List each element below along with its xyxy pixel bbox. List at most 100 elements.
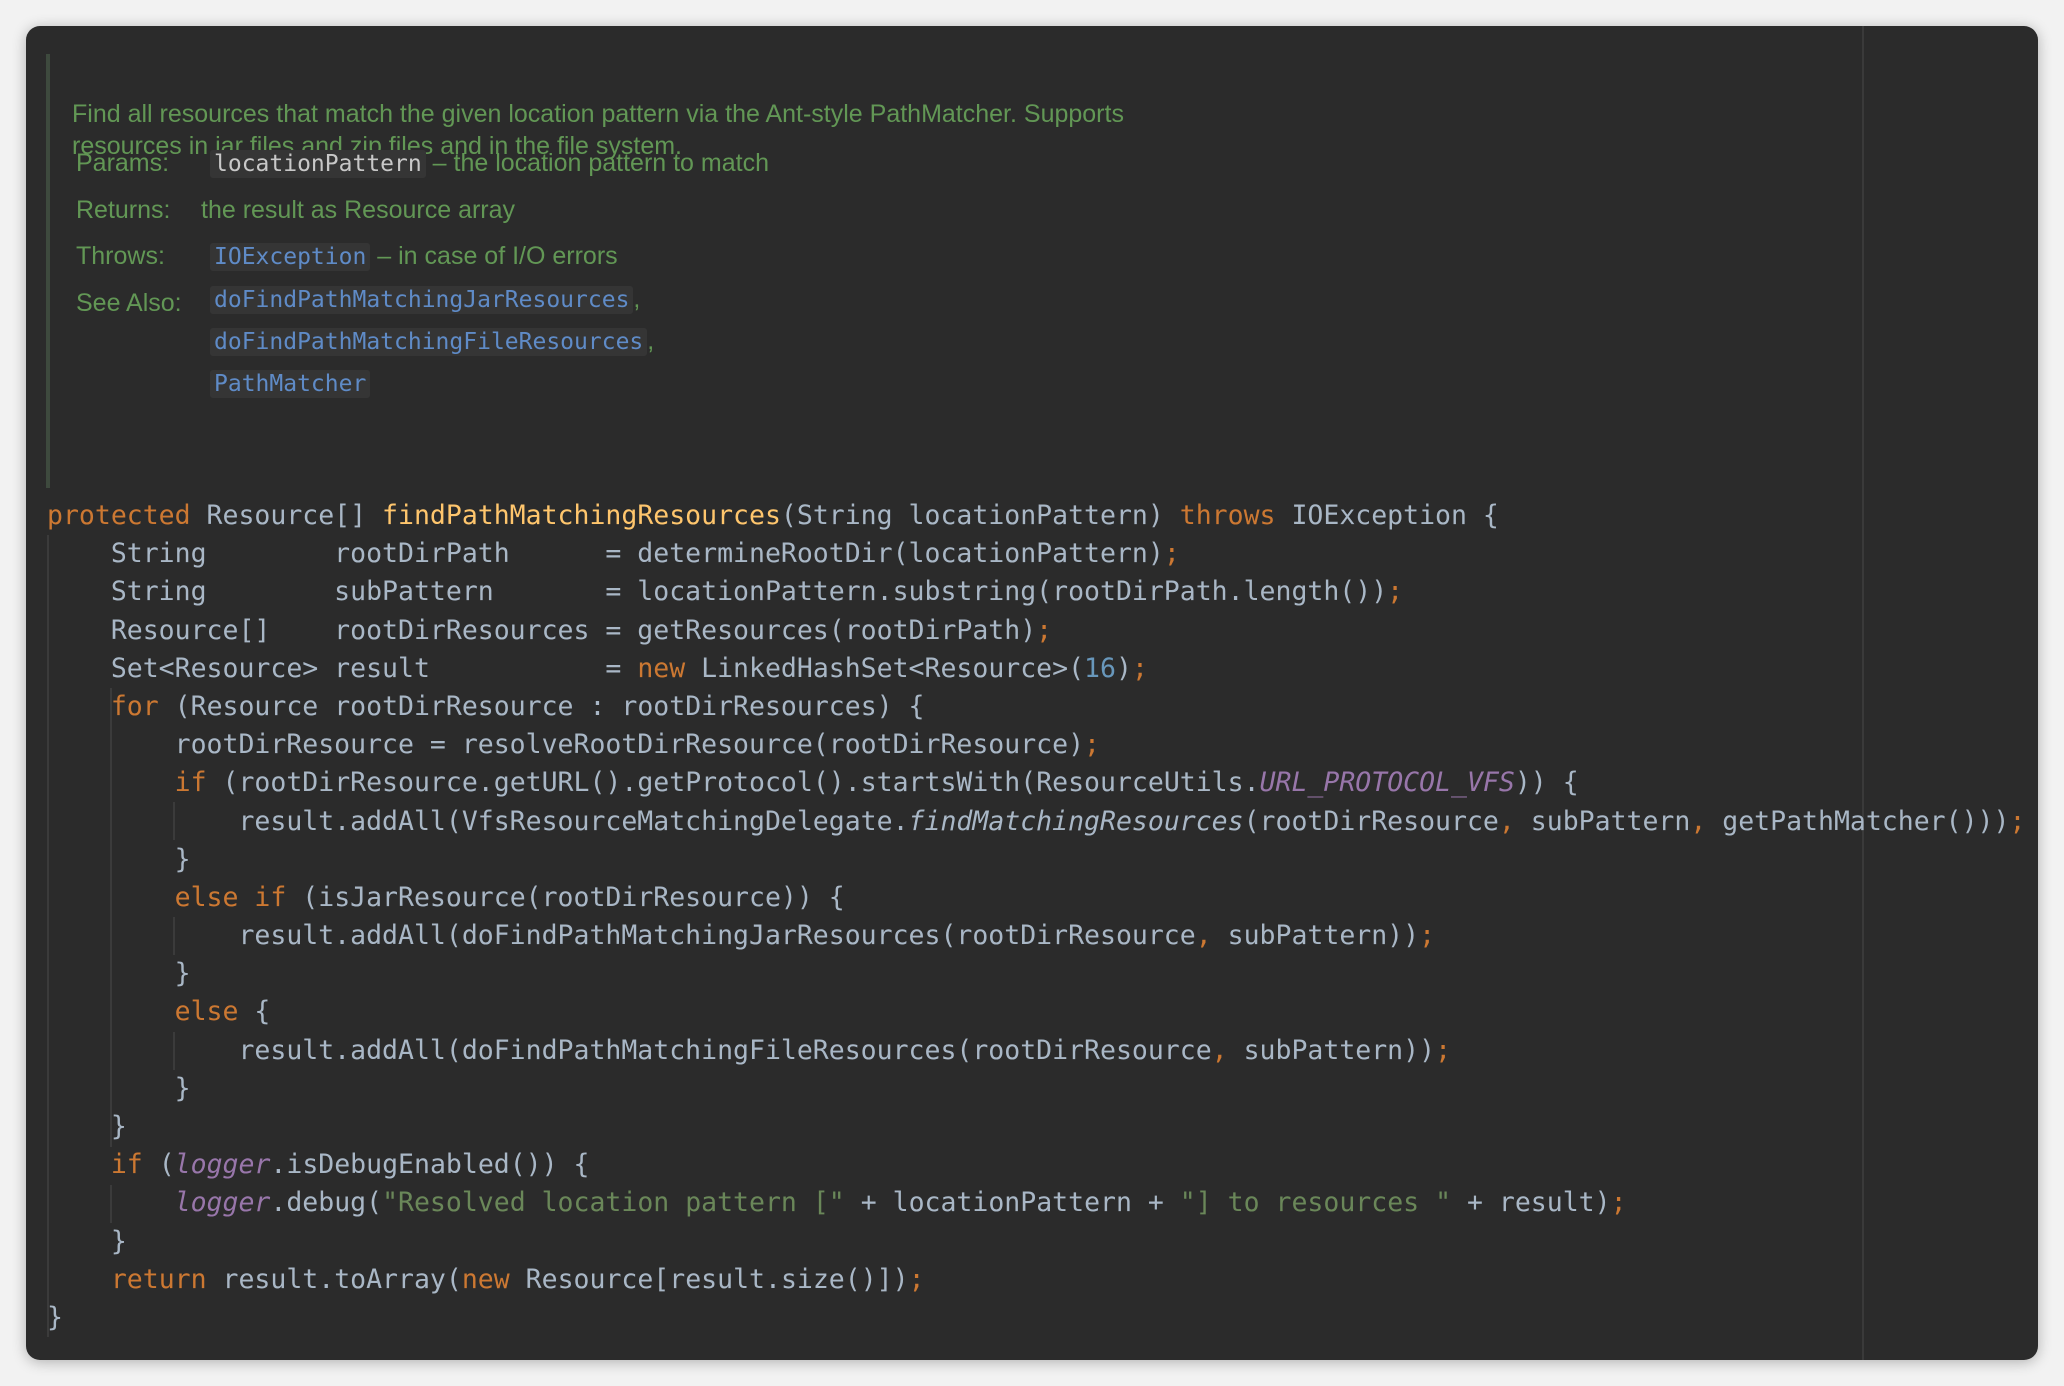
code-token: protected xyxy=(47,500,191,531)
code-token: ; xyxy=(908,1263,925,1295)
code-token: { xyxy=(238,996,271,1028)
code-token: (rootDirResource.getURL().getProtocol().… xyxy=(206,767,1260,799)
code-token: , xyxy=(1195,920,1212,952)
code-line[interactable]: result.addAll(doFindPathMatchingJarResou… xyxy=(47,917,2017,955)
code-token: subPattern xyxy=(1514,805,1691,837)
code-token: } xyxy=(47,1111,127,1142)
code-token: ; xyxy=(1387,576,1404,608)
param-description: – the location pattern to match xyxy=(432,149,769,177)
code-token: (Resource rootDirResource : rootDirResou… xyxy=(158,690,925,722)
code-line[interactable]: logger.debug("Resolved location pattern … xyxy=(47,1184,2017,1222)
code-token: subPattern)) xyxy=(1211,920,1420,952)
see-also-link[interactable]: doFindPathMatchingJarResources xyxy=(210,286,634,314)
code-line[interactable]: String subPattern = locationPattern.subs… xyxy=(47,573,2017,611)
see-also-link[interactable]: doFindPathMatchingFileResources xyxy=(210,328,648,356)
code-token: String rootDirPath = determineRootDir(lo… xyxy=(47,538,1164,570)
code-token: if xyxy=(174,767,207,799)
throws-description: – in case of I/O errors xyxy=(377,242,618,270)
throws-label: Throws: xyxy=(76,242,165,270)
code-token: result.addAll(VfsResourceMatchingDelegat… xyxy=(47,805,909,837)
param-name: locationPattern xyxy=(210,150,426,178)
code-token: ; xyxy=(1610,1187,1627,1219)
code-line[interactable]: else { xyxy=(47,993,2017,1031)
code-token: ; xyxy=(1435,1034,1452,1066)
code-token: result.addAll(doFindPathMatchingJarResou… xyxy=(47,920,1196,952)
returns-label: Returns: xyxy=(76,196,171,224)
code-token: "] to resources " xyxy=(1179,1187,1452,1219)
code-token: if xyxy=(110,1149,143,1181)
code-line[interactable]: } xyxy=(47,1070,2017,1108)
code-token: .debug( xyxy=(270,1187,383,1219)
code-token: + locationPattern + xyxy=(844,1187,1180,1219)
code-line[interactable]: result.addAll(doFindPathMatchingFileReso… xyxy=(47,1032,2017,1070)
code-token: logger xyxy=(174,1187,271,1219)
code-token: ( xyxy=(142,1149,175,1181)
code-token: } xyxy=(47,1072,191,1104)
code-line[interactable]: } xyxy=(47,955,2017,993)
code-line[interactable]: } xyxy=(47,841,2017,879)
javadoc-description-line: Find all resources that match the given … xyxy=(72,100,1124,128)
code-token: , xyxy=(1690,805,1707,837)
code-token: , xyxy=(1211,1034,1228,1066)
returns-description: the result as Resource array xyxy=(201,196,516,224)
code-token: result.toArray( xyxy=(206,1263,462,1295)
code-line[interactable]: } xyxy=(47,1299,2017,1337)
code-token: Set<Resource> result = xyxy=(47,652,638,684)
code-token: for xyxy=(110,690,159,722)
code-token: subPattern)) xyxy=(1227,1034,1436,1066)
code-token: ; xyxy=(1131,652,1148,684)
see-also-separator: , xyxy=(647,327,655,355)
code-token: ; xyxy=(1163,538,1180,570)
code-token: findMatchingResources xyxy=(908,805,1244,837)
code-line[interactable]: String rootDirPath = determineRootDir(lo… xyxy=(47,535,2017,573)
code-token: (rootDirResource xyxy=(1243,805,1499,837)
code-token: new xyxy=(461,1263,510,1295)
rendered-javadoc: Find all resources that match the given … xyxy=(46,54,1360,488)
code-token: Resource[] xyxy=(190,500,383,531)
code-line[interactable]: if (rootDirResource.getURL().getProtocol… xyxy=(47,764,2017,802)
code-line[interactable]: Set<Resource> result = new LinkedHashSet… xyxy=(47,650,2017,688)
code-token: ; xyxy=(1084,729,1101,761)
see-also-label: See Also: xyxy=(76,289,182,317)
code-line[interactable]: rootDirResource = resolveRootDirResource… xyxy=(47,726,2017,764)
code-line[interactable]: } xyxy=(47,1108,2017,1146)
code-token: .isDebugEnabled()) { xyxy=(270,1149,590,1181)
code-token: Resource[result.size()]) xyxy=(509,1263,909,1295)
code-token: URL_PROTOCOL_VFS xyxy=(1259,767,1515,799)
code-token: Resource[] rootDirResources = getResourc… xyxy=(47,614,1037,646)
see-also-link[interactable]: PathMatcher xyxy=(210,370,371,398)
method-source-code[interactable]: protected Resource[] findPathMatchingRes… xyxy=(47,497,2025,1337)
code-line[interactable]: result.addAll(VfsResourceMatchingDelegat… xyxy=(47,803,2025,841)
code-token: return xyxy=(110,1263,207,1295)
code-token: String subPattern = locationPattern.subs… xyxy=(47,576,1388,608)
code-token: new xyxy=(637,652,686,684)
code-token: throws xyxy=(1179,500,1276,531)
code-token: IOException { xyxy=(1275,500,1499,531)
code-line[interactable]: for (Resource rootDirResource : rootDirR… xyxy=(47,688,2017,726)
exception-link[interactable]: IOException xyxy=(210,243,371,271)
code-token: getPathMatcher())) xyxy=(1706,805,2010,837)
code-token: 16 xyxy=(1084,652,1116,684)
code-token: , xyxy=(1498,805,1515,837)
code-token: ; xyxy=(1419,920,1436,952)
code-line[interactable]: return result.toArray(new Resource[resul… xyxy=(47,1261,2017,1299)
code-token: findPathMatchingResources xyxy=(382,500,781,531)
code-token: + result) xyxy=(1451,1187,1611,1219)
code-line[interactable]: protected Resource[] findPathMatchingRes… xyxy=(47,497,2017,535)
code-line[interactable]: Resource[] rootDirResources = getResourc… xyxy=(47,612,2017,650)
code-editor-panel: Find all resources that match the given … xyxy=(26,26,2038,1360)
code-line[interactable]: else if (isJarResource(rootDirResource))… xyxy=(47,879,2017,917)
code-line[interactable]: } xyxy=(47,1223,2017,1261)
code-token: LinkedHashSet<Resource>( xyxy=(685,652,1085,684)
code-token: } xyxy=(47,843,191,875)
code-token: logger xyxy=(174,1149,271,1181)
code-token: (String locationPattern) xyxy=(780,500,1180,531)
params-label: Params: xyxy=(76,149,170,177)
code-token: } xyxy=(47,1301,63,1333)
see-also-separator: , xyxy=(633,285,641,313)
code-token: else xyxy=(174,996,239,1028)
code-line[interactable]: if (logger.isDebugEnabled()) { xyxy=(47,1146,2017,1184)
